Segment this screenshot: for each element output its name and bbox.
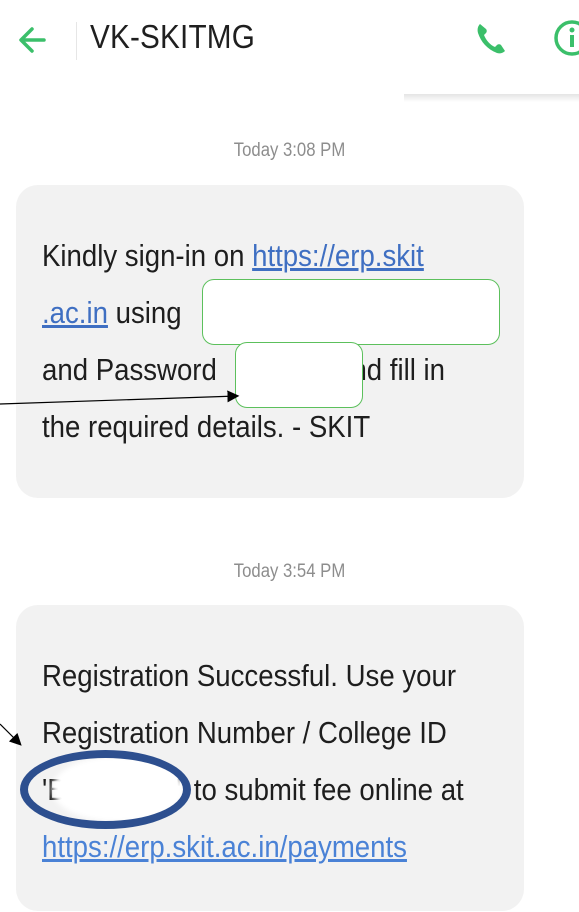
arrow-to-password bbox=[0, 390, 240, 405]
arrow-to-college-id bbox=[0, 723, 22, 746]
annotation-arrows bbox=[0, 390, 240, 746]
